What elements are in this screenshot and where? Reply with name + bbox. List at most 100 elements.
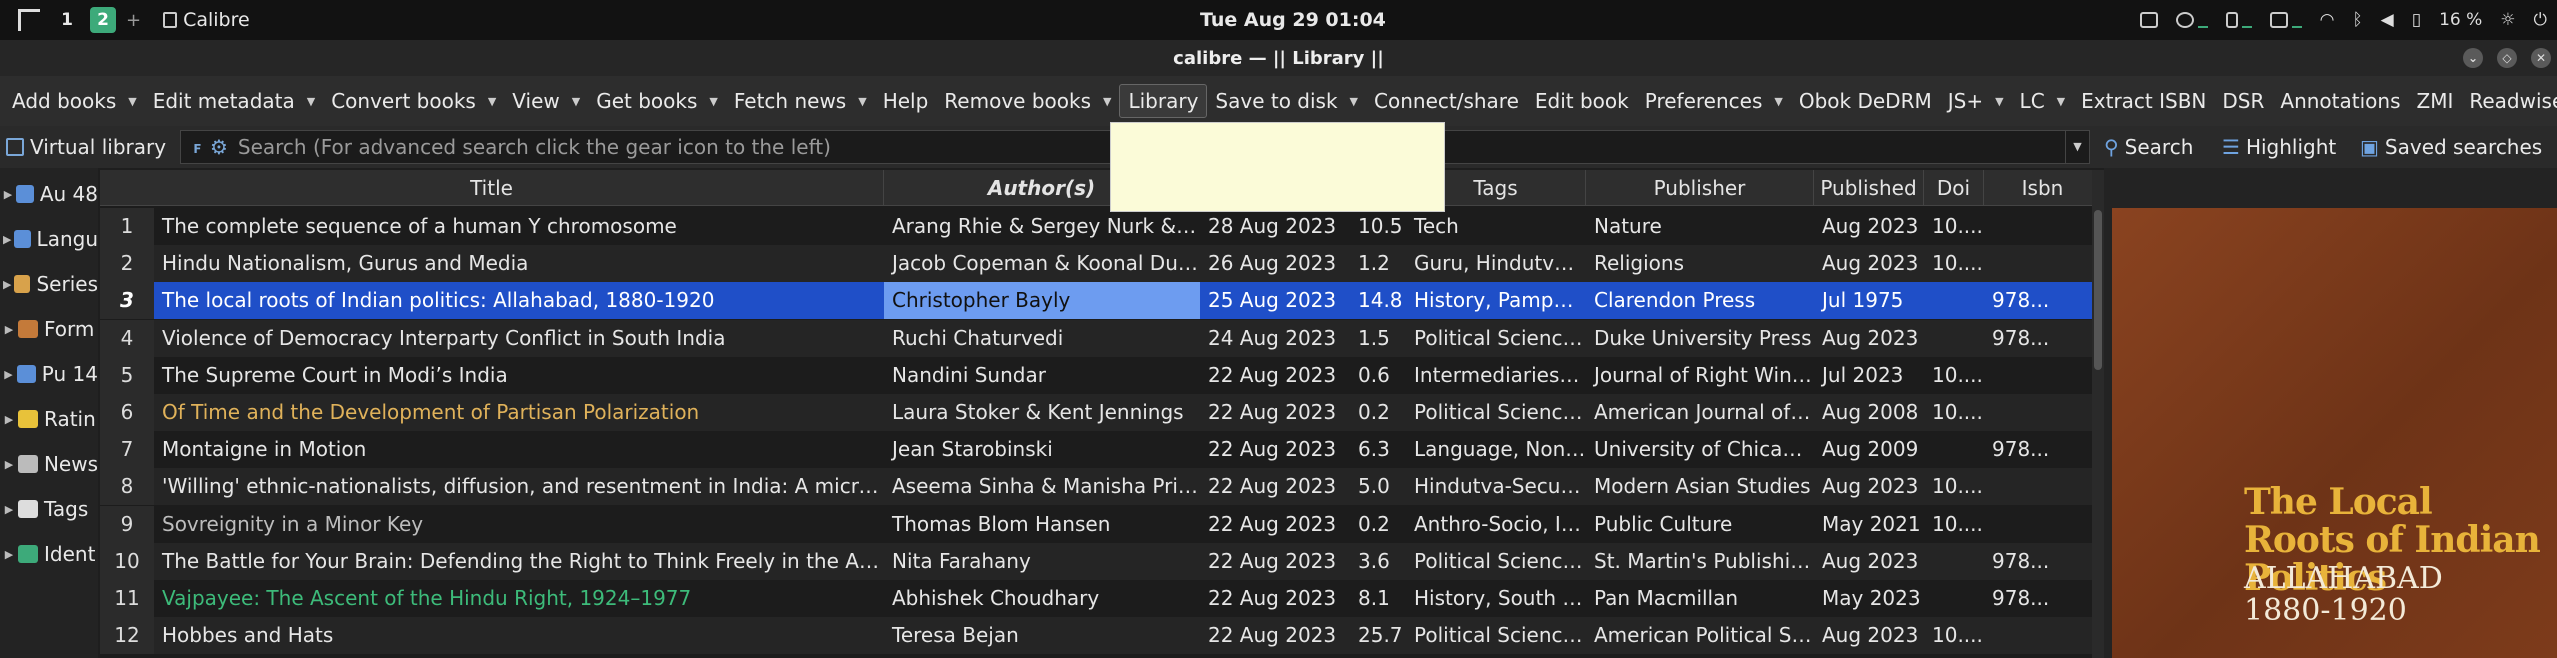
cell-publisher[interactable]: Duke University Press: [1586, 320, 1814, 357]
expand-arrow-icon[interactable]: ▶: [0, 503, 18, 516]
add-workspace-button[interactable]: +: [126, 10, 141, 31]
cell-tags[interactable]: Political Science, Youth: [1406, 394, 1586, 431]
cell-isbn[interactable]: [1984, 208, 2102, 245]
cell-publisher[interactable]: Public Culture: [1586, 506, 1814, 543]
cell-date[interactable]: 22 Aug 2023: [1200, 617, 1350, 654]
tag-browser-category[interactable]: ▶ Series: [0, 262, 98, 306]
book-list-scrollbar[interactable]: [2092, 170, 2104, 658]
toolbar-convert-books-button[interactable]: Convert books ▼: [323, 85, 504, 117]
screenshot-icon[interactable]: [2139, 12, 2158, 28]
cell-doi[interactable]: 10....: [1924, 394, 1984, 431]
table-row[interactable]: 1 The complete sequence of a human Y chro…: [100, 208, 2102, 245]
dropdown-arrow-icon[interactable]: ▼: [1350, 95, 1358, 108]
gear-icon[interactable]: ⚙: [210, 135, 228, 159]
expand-arrow-icon[interactable]: ▶: [0, 323, 18, 336]
cell-title[interactable]: The complete sequence of a human Y chrom…: [154, 208, 884, 245]
cell-row-number[interactable]: 5: [100, 356, 154, 394]
tag-browser-category[interactable]: ▶ News: [0, 442, 98, 486]
toolbar-edit-metadata-button[interactable]: Edit metadata ▼: [145, 85, 324, 117]
cell-published[interactable]: Aug 2023: [1814, 617, 1924, 654]
cell-size[interactable]: 10.5: [1350, 208, 1406, 245]
cell-doi[interactable]: 10....: [1924, 506, 1984, 543]
dropdown-arrow-icon[interactable]: ▼: [858, 95, 866, 108]
dropdown-arrow-icon[interactable]: ▼: [307, 95, 315, 108]
cell-published[interactable]: Aug 2023: [1814, 208, 1924, 245]
cell-title[interactable]: The Supreme Court in Modi’s India: [154, 357, 884, 394]
cell-doi[interactable]: [1924, 282, 1984, 319]
column-header-published[interactable]: Published: [1814, 170, 1924, 206]
cell-date[interactable]: 25 Aug 2023: [1200, 282, 1350, 319]
toolbar-dsr-button[interactable]: DSR: [2214, 85, 2272, 117]
tag-browser-category[interactable]: ▶ Form: [0, 307, 98, 351]
toolbar-get-books-button[interactable]: Get books ▼: [588, 85, 726, 117]
cell-publisher[interactable]: Modern Asian Studies: [1586, 468, 1814, 505]
cell-date[interactable]: 24 Aug 2023: [1200, 320, 1350, 357]
workspace-2[interactable]: 2: [90, 7, 116, 33]
cell-size[interactable]: 6.3: [1350, 431, 1406, 468]
cell-published[interactable]: Aug 2023: [1814, 320, 1924, 357]
toolbar-annotations-button[interactable]: Annotations: [2272, 85, 2408, 117]
cell-size[interactable]: 25.7: [1350, 617, 1406, 654]
cell-size[interactable]: 5.0: [1350, 468, 1406, 505]
cell-author[interactable]: Laura Stoker & Kent Jennings: [884, 394, 1200, 431]
toolbar-obok-dedrm-button[interactable]: Obok DeDRM: [1791, 85, 1940, 117]
tag-browser-category[interactable]: ▶ Langu: [0, 217, 98, 261]
expand-arrow-icon[interactable]: ▶: [0, 548, 18, 561]
scrollbar-thumb[interactable]: [2094, 210, 2102, 370]
battery-percent[interactable]: 16 %: [2439, 10, 2482, 30]
cell-author[interactable]: Nandini Sundar: [884, 357, 1200, 394]
column-header-publisher[interactable]: Publisher: [1586, 170, 1814, 206]
cell-row-number[interactable]: 7: [100, 431, 154, 469]
dropdown-arrow-icon[interactable]: ▼: [488, 95, 496, 108]
search-button[interactable]: ⚲ Search: [2104, 135, 2193, 159]
cell-doi[interactable]: 10....: [1924, 468, 1984, 505]
expand-arrow-icon[interactable]: ▶: [0, 188, 16, 201]
volume-icon[interactable]: ◀: [2381, 10, 2394, 30]
cell-doi[interactable]: [1924, 580, 1984, 617]
cell-isbn[interactable]: 978...: [1984, 320, 2102, 357]
cell-title[interactable]: Sovreignity in a Minor Key: [154, 506, 884, 543]
cell-author[interactable]: Aseema Sinha & Manisha Priyam: [884, 468, 1200, 505]
cell-publisher[interactable]: University of Chicago ...: [1586, 431, 1814, 468]
cell-size[interactable]: 1.5: [1350, 320, 1406, 357]
cell-published[interactable]: Aug 2023: [1814, 543, 1924, 580]
cell-doi[interactable]: 10....: [1924, 245, 1984, 282]
cell-date[interactable]: 22 Aug 2023: [1200, 394, 1350, 431]
toolbar-readwise-button[interactable]: Readwise: [2461, 85, 2557, 117]
minimize-icon[interactable]: ⌄: [2463, 48, 2483, 68]
cell-size[interactable]: 14.8: [1350, 282, 1406, 319]
cell-tags[interactable]: History, Pamphleteers, ...: [1406, 282, 1586, 319]
memory-icon[interactable]: [2225, 12, 2238, 28]
table-row[interactable]: 6 Of Time and the Development of Partisan…: [100, 394, 2102, 431]
cell-row-number[interactable]: 12: [100, 617, 154, 655]
expand-arrow-icon[interactable]: ▶: [0, 368, 17, 381]
wifi-icon[interactable]: ◠: [2320, 10, 2335, 30]
table-row[interactable]: 11 Vajpayee: The Ascent of the Hindu Righ…: [100, 580, 2102, 617]
cell-isbn[interactable]: 978...: [1984, 543, 2102, 580]
cell-date[interactable]: 22 Aug 2023: [1200, 468, 1350, 505]
tag-browser-category[interactable]: ▶ Ident: [0, 532, 98, 576]
cell-title[interactable]: The Battle for Your Brain: Defending the…: [154, 543, 884, 580]
cell-title[interactable]: Hobbes and Hats: [154, 617, 884, 654]
table-row[interactable]: 8 'Willing' ethnic-nationalists, diffusio…: [100, 468, 2102, 506]
cell-author[interactable]: Thomas Blom Hansen: [884, 506, 1200, 543]
cell-isbn[interactable]: 978...: [1984, 282, 2102, 319]
cell-title[interactable]: Hindu Nationalism, Gurus and Media: [154, 245, 884, 282]
cell-row-number[interactable]: 2: [100, 245, 154, 283]
toolbar-connect-share-button[interactable]: Connect/share: [1366, 85, 1527, 117]
toolbar-edit-book-button[interactable]: Edit book: [1527, 85, 1637, 117]
toolbar-view-button[interactable]: View ▼: [504, 85, 588, 117]
launcher-icon[interactable]: [18, 9, 40, 31]
cell-doi[interactable]: 10....: [1924, 617, 1984, 654]
toolbar-library-button[interactable]: Library: [1119, 84, 1208, 118]
dropdown-arrow-icon[interactable]: ▼: [128, 95, 136, 108]
cell-doi[interactable]: 10....: [1924, 357, 1984, 394]
cell-tags[interactable]: Political Science, Violence: [1406, 617, 1586, 654]
toolbar-js-button[interactable]: JS+ ▼: [1940, 85, 2012, 117]
cell-isbn[interactable]: [1984, 394, 2102, 431]
cell-published[interactable]: Aug 2008: [1814, 394, 1924, 431]
cell-published[interactable]: Aug 2023: [1814, 468, 1924, 505]
cell-row-number[interactable]: 4: [100, 319, 154, 357]
cell-isbn[interactable]: [1984, 506, 2102, 543]
dropdown-arrow-icon[interactable]: ▼: [1995, 95, 2003, 108]
